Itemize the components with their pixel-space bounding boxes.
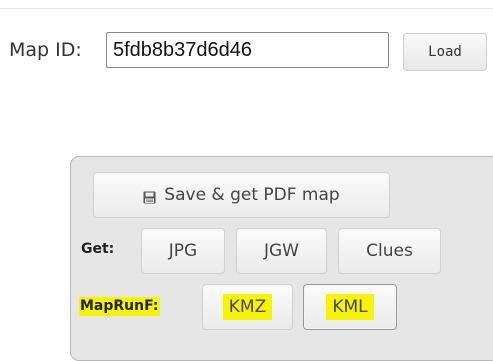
export-panel: Save & get PDF map Get: JPG JGW Clues Ma… <box>70 156 493 361</box>
save-pdf-label: Save & get PDF map <box>164 185 340 205</box>
get-label: Get: <box>81 241 115 257</box>
floppy-disk-icon <box>143 189 156 203</box>
jgw-button[interactable]: JGW <box>236 228 327 274</box>
kmz-button[interactable]: KMZ <box>202 284 293 330</box>
kml-button[interactable]: KML <box>303 284 397 330</box>
jpg-button[interactable]: JPG <box>141 228 225 274</box>
kmz-label: KMZ <box>222 294 273 320</box>
clues-button[interactable]: Clues <box>338 228 441 274</box>
kml-label: KML <box>326 294 374 320</box>
map-id-label: Map ID: <box>9 39 82 61</box>
map-id-row: Map ID: Load <box>0 30 493 76</box>
map-id-input[interactable] <box>106 32 389 68</box>
save-pdf-button[interactable]: Save & get PDF map <box>93 172 390 218</box>
maprunf-label: MapRunF: <box>79 297 160 316</box>
top-divider <box>0 8 493 9</box>
load-button[interactable]: Load <box>403 33 487 71</box>
